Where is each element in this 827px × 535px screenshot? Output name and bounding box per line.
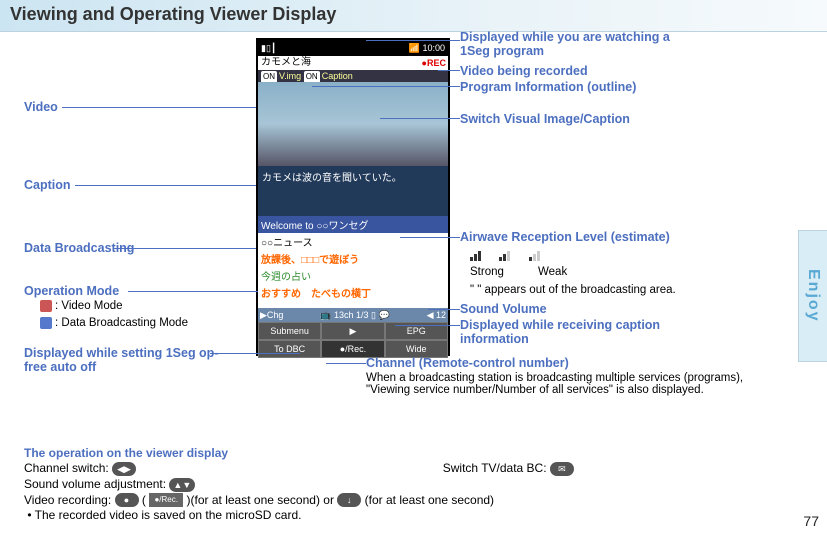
mail-button-icon: ✉ <box>550 462 574 476</box>
caption-text: カモメは波の音を聞いていた。 <box>262 173 402 184</box>
data-line-2: 放課後、□□□で遊ぼう <box>258 250 448 267</box>
opmode-video-text: : Video Mode <box>55 300 123 312</box>
rec-tail: (for at least one second) <box>365 493 494 507</box>
leader-watching <box>366 40 460 41</box>
rec-indicator: ●REC <box>422 56 446 70</box>
label-opmode: Operation Mode <box>24 284 119 298</box>
signal-weak-icon <box>529 251 543 261</box>
indicator-left: ▶Chg <box>260 310 283 321</box>
leader-channel <box>326 363 366 364</box>
softkey-submenu: Submenu <box>258 322 321 340</box>
leader-caption <box>75 185 256 186</box>
leader-opmode <box>128 291 258 292</box>
leader-switchvc <box>380 118 460 119</box>
label-switchvc: Switch Visual Image/Caption <box>460 112 630 126</box>
video-area <box>258 82 448 166</box>
data-line-1: ○○ニュース <box>258 233 448 250</box>
rec-label: Video recording: <box>24 493 115 507</box>
signal-med-icon <box>499 251 513 261</box>
phone-status-bar: ▮▯┃ 📶 10:00 <box>258 40 448 56</box>
rec-softkey-icon: ●/Rec. <box>149 493 183 507</box>
program-title: カモメと海 <box>261 57 311 68</box>
row-channel-switch: Channel switch: ◀▶ Switch TV/data BC: ✉ <box>24 461 804 476</box>
caption-area: カモメは波の音を聞いていた。 <box>258 166 448 216</box>
airwave-note: " " appears out of the broadcasting area… <box>470 284 780 296</box>
leader-volume <box>428 309 460 310</box>
indicator-right: ◀ 12 <box>427 310 446 321</box>
dpad-lr-icon: ◀▶ <box>112 462 136 476</box>
leader-video <box>62 107 256 108</box>
row-note: • The recorded video is saved on the mic… <box>24 508 804 522</box>
video-mode-icon <box>40 300 52 312</box>
row-volume: Sound volume adjustment: ▲▼ <box>24 477 804 492</box>
side-tab-label: Enjoy <box>804 269 822 323</box>
airwave-weak: Weak <box>538 266 567 278</box>
caption-label: Caption <box>322 71 353 81</box>
label-capinfo: Displayed while receiving caption inform… <box>460 318 690 346</box>
side-tab: Enjoy <box>798 230 827 362</box>
leader-capinfo <box>395 325 460 326</box>
ch-switch-label: Channel switch: <box>24 461 112 475</box>
indicator-row: ▶Chg 📺 13ch 1/3 ▯ 💬 ◀ 12 <box>258 308 448 322</box>
label-video: Video <box>24 100 58 114</box>
label-watching: Displayed while you are watching a 1Seg … <box>460 30 690 58</box>
leader-rec <box>438 70 460 71</box>
leader-proginfo <box>312 86 460 87</box>
label-airwave: Airwave Reception Level (estimate) <box>460 230 670 244</box>
label-proginfo: Program Information (outline) <box>460 80 636 94</box>
page-title-bar: Viewing and Operating Viewer Display <box>0 0 827 32</box>
leader-autooff <box>210 353 300 354</box>
tvdata-label: Switch TV/data BC: <box>443 461 550 475</box>
program-title-row: カモメと海 ●REC <box>258 56 448 70</box>
airwave-diagram <box>470 250 555 264</box>
bottom-heading: The operation on the viewer display <box>24 446 804 460</box>
center-button-icon: ● <box>115 493 139 507</box>
opmode-data-text: : Data Broadcasting Mode <box>55 317 188 329</box>
rec-p1: ( <box>142 493 146 507</box>
data-line-4: おすすめ たべもの横丁 <box>258 284 448 301</box>
label-channel: Channel (Remote-control number) <box>366 356 569 370</box>
softkey-todbc: To DBC <box>258 340 321 358</box>
softkey-play: ▶ <box>321 322 384 340</box>
leader-airwave <box>400 237 460 238</box>
page-title: Viewing and Operating Viewer Display <box>10 4 336 24</box>
leader-databc <box>114 248 256 249</box>
row-recording: Video recording: ● ( ●/Rec. )(for at lea… <box>24 493 804 508</box>
down-key-icon: ↓ <box>337 493 361 507</box>
opmode-video: : Video Mode <box>40 300 123 312</box>
label-caption: Caption <box>24 178 71 192</box>
label-recording: Video being recorded <box>460 64 588 78</box>
data-mode-icon <box>40 317 52 329</box>
opmode-data: : Data Broadcasting Mode <box>40 317 188 329</box>
status-right: 📶 10:00 <box>409 43 445 54</box>
label-channel-sub: When a broadcasting station is broadcast… <box>366 372 786 396</box>
vimg-label: V.img <box>279 71 301 81</box>
bottom-section: The operation on the viewer display Chan… <box>24 446 804 523</box>
data-line-3: 今週の占い <box>258 267 448 284</box>
label-autooff: Displayed while setting 1Seg op-free aut… <box>24 346 224 374</box>
indicator-mid: 📺 13ch 1/3 ▯ 💬 <box>320 310 389 321</box>
data-welcome: Welcome to ○○ワンセグ <box>258 216 448 233</box>
switch-row: ONV.img ONCaption <box>258 70 448 82</box>
status-left: ▮▯┃ <box>261 43 276 54</box>
label-volume: Sound Volume <box>460 302 547 316</box>
rec-p2: )(for at least one second) or <box>187 493 338 507</box>
dpad-ud-icon: ▲▼ <box>169 478 195 492</box>
note-text: The recorded video is saved on the micro… <box>35 508 302 522</box>
page-number: 77 <box>803 513 819 529</box>
vol-label: Sound volume adjustment: <box>24 477 169 491</box>
airwave-strong: Strong <box>470 266 504 278</box>
signal-strong-icon <box>470 251 484 261</box>
data-broadcasting-area: Welcome to ○○ワンセグ ○○ニュース 放課後、□□□で遊ぼう 今週の… <box>258 216 448 308</box>
